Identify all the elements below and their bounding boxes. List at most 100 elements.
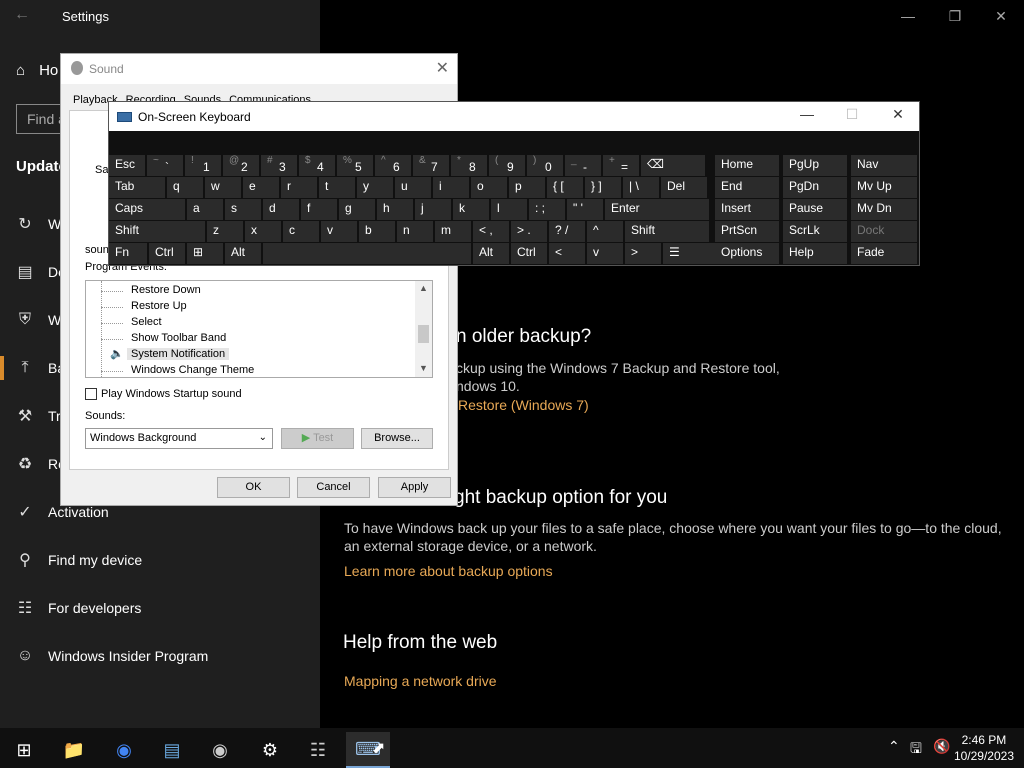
key[interactable]: Alt: [473, 243, 509, 264]
sidebar-item-for-developers[interactable]: ☷ For developers: [16, 596, 142, 620]
key[interactable]: Del: [661, 177, 707, 198]
key[interactable]: Shift: [625, 221, 709, 242]
key[interactable]: } ]: [585, 177, 621, 198]
key[interactable]: Esc: [109, 155, 145, 176]
key[interactable]: #3: [261, 155, 297, 176]
nav-key[interactable]: ScrLk: [783, 221, 847, 242]
key[interactable]: >: [625, 243, 661, 264]
chrome-icon[interactable]: ◉: [102, 732, 146, 768]
apply-button[interactable]: Apply: [378, 477, 451, 498]
nav-key[interactable]: PgDn: [783, 177, 847, 198]
key[interactable]: | \: [623, 177, 659, 198]
key[interactable]: Caps: [109, 199, 185, 220]
key[interactable]: v: [321, 221, 357, 242]
start-icon[interactable]: ⊞: [2, 732, 46, 768]
key[interactable]: ⊞: [187, 243, 223, 264]
key[interactable]: k: [453, 199, 489, 220]
events-scrollbar[interactable]: ▲ ▼: [415, 281, 432, 377]
key[interactable]: Shift: [109, 221, 205, 242]
nav-key[interactable]: Mv Up: [851, 177, 917, 198]
key[interactable]: h: [377, 199, 413, 220]
list-item[interactable]: Windows Change Theme: [131, 364, 254, 376]
network-icon[interactable]: 🖫: [910, 738, 922, 762]
key[interactable]: $4: [299, 155, 335, 176]
key[interactable]: i: [433, 177, 469, 198]
browse-button[interactable]: Browse...: [361, 428, 433, 449]
key[interactable]: q: [167, 177, 203, 198]
key[interactable]: Ctrl: [149, 243, 185, 264]
sidebar-item-recovery[interactable]: ♻ Re: [16, 452, 66, 476]
key[interactable]: ? /: [549, 221, 585, 242]
startup-sound-checkbox[interactable]: [85, 388, 97, 400]
minimize-button[interactable]: —: [787, 106, 827, 122]
key[interactable]: @2: [223, 155, 259, 176]
close-button[interactable]: ✕: [981, 4, 1021, 28]
test-button[interactable]: ▶ Test: [281, 428, 354, 449]
spacebar[interactable]: [263, 243, 471, 264]
key[interactable]: v: [587, 243, 623, 264]
sound-icon[interactable]: ◉: [198, 732, 242, 768]
key[interactable]: f: [301, 199, 337, 220]
key[interactable]: & 7: [413, 155, 449, 176]
ok-button[interactable]: OK: [217, 477, 290, 498]
chevron-up-icon[interactable]: ⌃: [888, 738, 900, 755]
nav-key[interactable]: Mv Dn: [851, 199, 917, 220]
key[interactable]: Alt: [225, 243, 261, 264]
key[interactable]: c: [283, 221, 319, 242]
key[interactable]: b: [359, 221, 395, 242]
scroll-up-icon[interactable]: ▲: [419, 283, 428, 293]
cancel-button[interactable]: Cancel: [297, 477, 370, 498]
close-icon[interactable]: ✕: [436, 58, 449, 78]
key[interactable]: ☰: [663, 243, 715, 264]
program-events-list[interactable]: Restore Down Restore Up Select Show Tool…: [85, 280, 433, 378]
sidebar-item-find-my-device[interactable]: ⚲ Find my device: [16, 548, 142, 572]
control-panel-icon[interactable]: ▤: [150, 732, 194, 768]
nav-key[interactable]: Fade: [851, 243, 917, 264]
key[interactable]: p: [509, 177, 545, 198]
nav-key[interactable]: Insert: [715, 199, 779, 220]
key[interactable]: <: [549, 243, 585, 264]
nav-key[interactable]: End: [715, 177, 779, 198]
key[interactable]: n: [397, 221, 433, 242]
scroll-down-icon[interactable]: ▼: [419, 363, 428, 373]
key[interactable]: m: [435, 221, 471, 242]
key[interactable]: z: [207, 221, 243, 242]
key[interactable]: > .: [511, 221, 547, 242]
sidebar-item-troubleshoot[interactable]: ⚒ Tr: [16, 404, 61, 428]
key[interactable]: o: [471, 177, 507, 198]
key[interactable]: { [: [547, 177, 583, 198]
back-arrow-icon[interactable]: ←: [14, 6, 30, 24]
sidebar-item-delivery[interactable]: ▤ De: [16, 260, 65, 284]
key[interactable]: _ -: [565, 155, 601, 176]
close-button[interactable]: ✕: [878, 106, 918, 123]
key[interactable]: ^ 6: [375, 155, 411, 176]
file-explorer-icon[interactable]: 📁: [52, 732, 96, 768]
restore-windows7-link[interactable]: Restore (Windows 7): [458, 397, 589, 413]
key[interactable]: ⌫: [641, 155, 705, 176]
key[interactable]: Tab: [109, 177, 165, 198]
key[interactable]: x: [245, 221, 281, 242]
sidebar-item-backup[interactable]: ⤒ Ba: [16, 356, 65, 380]
nav-key[interactable]: Nav: [851, 155, 917, 176]
key[interactable]: t: [319, 177, 355, 198]
key[interactable]: Enter: [605, 199, 709, 220]
sidebar-home[interactable]: ⌂ Ho: [16, 62, 58, 79]
nav-key[interactable]: Pause: [783, 199, 847, 220]
key[interactable]: e: [243, 177, 279, 198]
key[interactable]: Fn: [109, 243, 147, 264]
key[interactable]: r: [281, 177, 317, 198]
key[interactable]: ^: [587, 221, 623, 242]
volume-muted-icon[interactable]: 🔇: [933, 738, 950, 755]
key[interactable]: ) 0: [527, 155, 563, 176]
key[interactable]: " ': [567, 199, 603, 220]
backup-options-link[interactable]: Learn more about backup options: [344, 563, 553, 579]
key[interactable]: < ,: [473, 221, 509, 242]
key[interactable]: * 8: [451, 155, 487, 176]
sounds-select[interactable]: Windows Background ⌄: [85, 428, 273, 449]
list-item[interactable]: Show Toolbar Band: [131, 332, 226, 344]
minimize-button[interactable]: —: [888, 4, 928, 28]
key[interactable]: a: [187, 199, 223, 220]
sidebar-item-insider[interactable]: ☺ Windows Insider Program: [16, 644, 208, 668]
key[interactable]: (9: [489, 155, 525, 176]
sidebar-item-security[interactable]: ⛨ W: [16, 308, 61, 332]
